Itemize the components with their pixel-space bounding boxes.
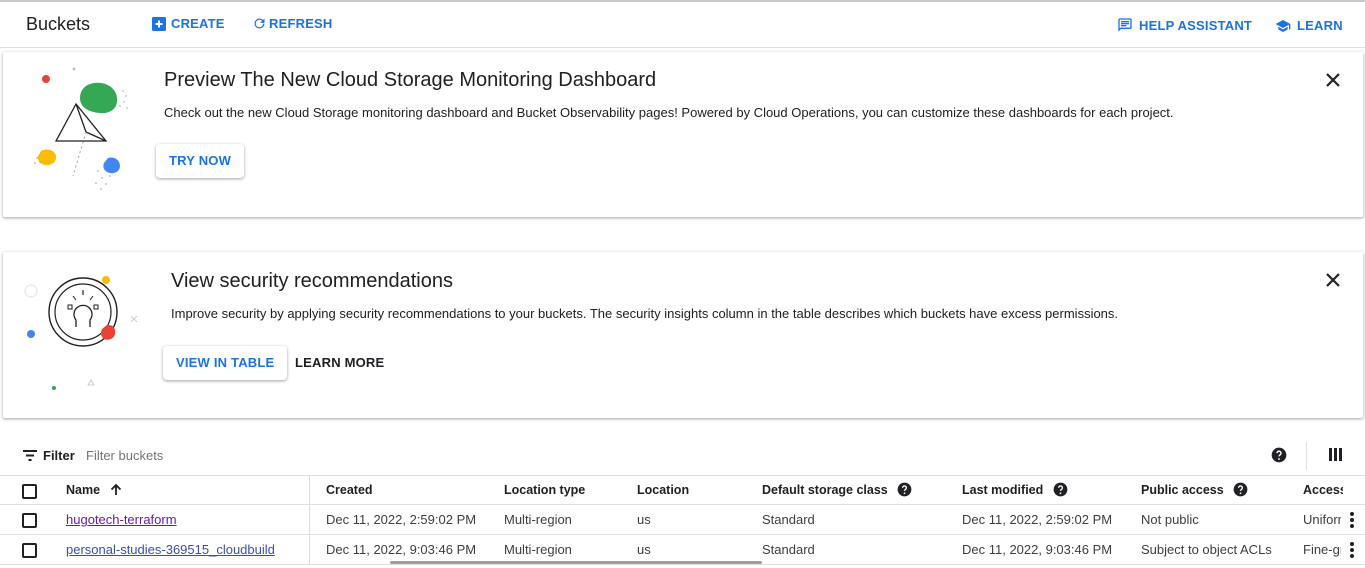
sticky-column-divider xyxy=(309,476,310,504)
monitoring-illustration xyxy=(34,67,128,190)
toolbar-divider xyxy=(1306,442,1307,470)
learn-more-button[interactable]: LEARN MORE xyxy=(295,346,384,380)
learn-button[interactable]: LEARN xyxy=(1275,18,1343,33)
refresh-icon xyxy=(254,18,265,29)
monitoring-banner-title: Preview The New Cloud Storage Monitoring… xyxy=(164,69,657,91)
cell-public-access: Subject to object ACLs xyxy=(1141,542,1272,557)
filter-bar: Filter xyxy=(0,438,1365,474)
sticky-column-divider xyxy=(309,505,310,534)
try-now-button[interactable]: TRY NOW xyxy=(156,144,245,178)
sticky-column-divider xyxy=(309,535,310,564)
school-icon xyxy=(1275,19,1291,32)
cell-access: Fine-grained xyxy=(1303,542,1341,557)
cell-access: Uniform xyxy=(1303,512,1341,527)
security-illustration xyxy=(24,276,138,390)
column-header-storage-class[interactable]: Default storage class xyxy=(762,476,912,505)
monitoring-banner-description: Check out the new Cloud Storage monitori… xyxy=(164,105,1174,120)
close-icon[interactable] xyxy=(1323,70,1343,90)
column-header-public-access[interactable]: Public access xyxy=(1141,476,1248,505)
column-header-location-type[interactable]: Location type xyxy=(504,476,585,505)
column-header-location[interactable]: Location xyxy=(637,476,689,505)
refresh-button[interactable]: REFRESH xyxy=(252,16,333,31)
refresh-label: REFRESH xyxy=(269,16,333,31)
help-circle-icon[interactable] xyxy=(1271,447,1287,463)
column-header-name-label: Name xyxy=(66,483,101,497)
cell-location-type: Multi-region xyxy=(504,542,572,557)
security-banner: View security recommendations Improve se… xyxy=(3,252,1363,418)
filter-input[interactable] xyxy=(86,448,686,463)
bucket-name-link[interactable]: personal-studies-369515_cloudbuild xyxy=(66,542,275,557)
cell-location: us xyxy=(637,512,651,527)
column-header-public-access-label: Public access xyxy=(1141,483,1224,497)
close-icon[interactable] xyxy=(1323,270,1343,290)
column-header-access[interactable]: Access xyxy=(1303,476,1343,505)
create-label: CREATE xyxy=(171,16,225,31)
table-row: hugotech-terraform Dec 11, 2022, 2:59:02… xyxy=(0,505,1365,535)
bucket-name-link[interactable]: hugotech-terraform xyxy=(66,512,177,527)
cell-location: us xyxy=(637,542,651,557)
filter-label[interactable]: Filter xyxy=(43,448,75,463)
cell-storage-class: Standard xyxy=(762,542,815,557)
page-title: Buckets xyxy=(26,14,91,34)
cell-created: Dec 11, 2022, 9:03:46 PM xyxy=(326,542,477,557)
select-all-checkbox[interactable] xyxy=(22,484,37,499)
cell-public-access: Not public xyxy=(1141,512,1199,527)
page-header: Buckets CREATE REFRESH HELP ASSISTANT LE… xyxy=(0,0,1365,48)
column-header-last-modified[interactable]: Last modified xyxy=(962,476,1068,505)
arrow-up-icon xyxy=(110,483,121,495)
security-banner-title: View security recommendations xyxy=(171,270,453,292)
row-checkbox[interactable] xyxy=(22,543,37,558)
cell-location-type: Multi-region xyxy=(504,512,572,527)
cell-last-modified: Dec 11, 2022, 9:03:46 PM xyxy=(962,542,1113,557)
row-checkbox[interactable] xyxy=(22,513,37,528)
add-box-icon xyxy=(152,16,166,31)
chat-icon xyxy=(1118,18,1132,32)
cell-storage-class: Standard xyxy=(762,512,815,527)
help-circle-icon[interactable] xyxy=(1053,482,1068,497)
table-header-row: Name Created Location type Location Defa… xyxy=(0,475,1365,505)
cell-last-modified: Dec 11, 2022, 2:59:02 PM xyxy=(962,512,1113,527)
help-assistant-label: HELP ASSISTANT xyxy=(1139,17,1253,33)
column-header-storage-class-label: Default storage class xyxy=(762,483,888,497)
view-in-table-button[interactable]: VIEW IN TABLE xyxy=(163,346,288,380)
horizontal-scrollbar[interactable] xyxy=(390,561,762,564)
security-banner-description: Improve security by applying security re… xyxy=(171,306,1119,321)
monitoring-banner: Preview The New Cloud Storage Monitoring… xyxy=(3,52,1363,217)
filter-list-icon[interactable] xyxy=(23,450,37,461)
column-header-name[interactable]: Name xyxy=(66,476,122,505)
help-assistant-button[interactable]: HELP ASSISTANT xyxy=(1117,17,1252,33)
learn-label: LEARN xyxy=(1297,18,1343,33)
help-circle-icon[interactable] xyxy=(897,482,912,497)
column-header-created[interactable]: Created xyxy=(326,476,373,505)
more-vert-icon[interactable] xyxy=(1345,511,1359,529)
help-circle-icon[interactable] xyxy=(1233,482,1248,497)
more-vert-icon[interactable] xyxy=(1345,541,1359,559)
column-display-icon[interactable] xyxy=(1329,448,1342,461)
column-header-last-modified-label: Last modified xyxy=(962,483,1044,497)
create-button[interactable]: CREATE xyxy=(152,16,225,31)
cell-created: Dec 11, 2022, 2:59:02 PM xyxy=(326,512,477,527)
